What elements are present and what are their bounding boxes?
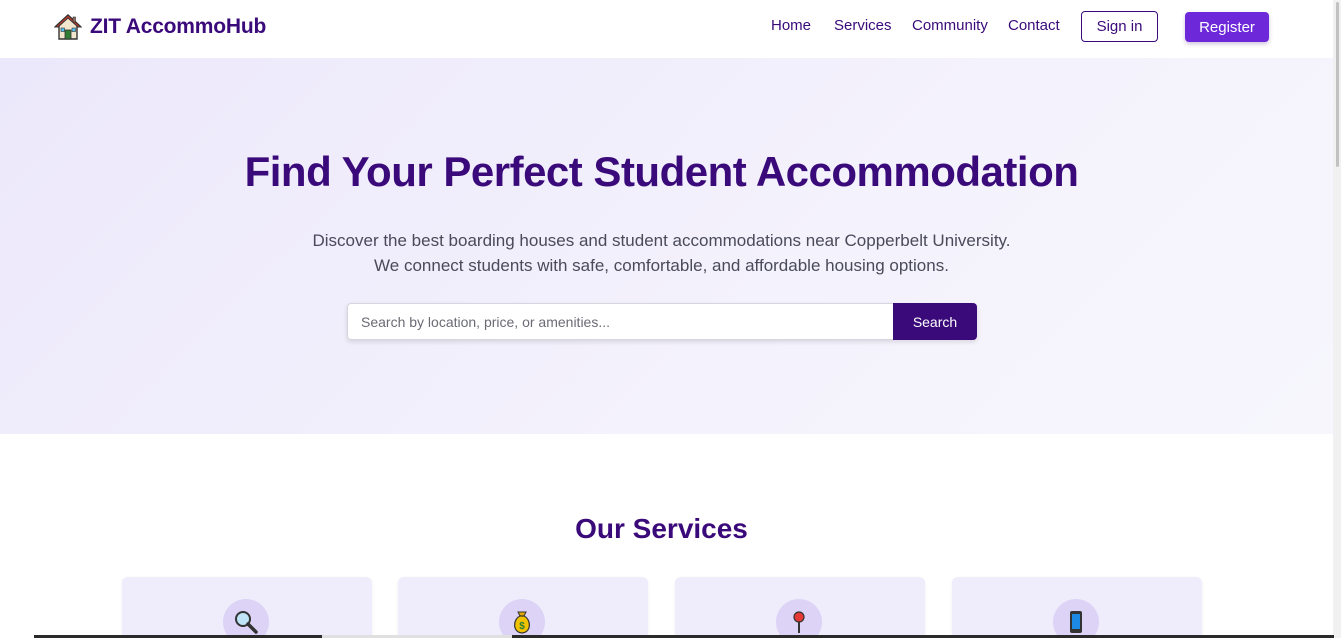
service-icon-wrap <box>776 599 822 638</box>
service-icon-wrap <box>223 599 269 638</box>
search-button[interactable]: Search <box>893 303 977 340</box>
hero-subtitle: Discover the best boarding houses and st… <box>0 228 1323 278</box>
money-bag-icon: $ <box>514 611 530 634</box>
service-icon-wrap <box>1053 599 1099 638</box>
nav-link-community[interactable]: Community <box>912 17 988 34</box>
hero-section: Find Your Perfect Student Accommodation … <box>0 58 1341 434</box>
service-icon-wrap: $ <box>499 599 545 638</box>
pushpin-icon <box>793 611 805 633</box>
hero-subtitle-line-2: We connect students with safe, comfortab… <box>374 256 949 275</box>
svg-text:$: $ <box>519 621 525 632</box>
brand-name: ZIT AccommoHub <box>90 15 267 38</box>
nav-link-home[interactable]: Home <box>771 17 811 34</box>
search-input[interactable] <box>347 303 893 340</box>
service-card-location[interactable] <box>675 577 925 638</box>
search-bar: Search <box>347 303 977 340</box>
services-title: Our Services <box>575 513 748 544</box>
house-icon <box>54 14 82 40</box>
scrollbar-thumb[interactable] <box>1336 2 1339 167</box>
mobile-phone-icon <box>1070 611 1082 633</box>
nav-link-services[interactable]: Services <box>834 17 892 34</box>
service-card-pricing[interactable]: $ <box>398 577 648 638</box>
hero-subtitle-line-1: Discover the best boarding houses and st… <box>312 231 1011 250</box>
hero-title: Find Your Perfect Student Accommodation <box>244 148 1079 195</box>
nav-link-contact[interactable]: Contact <box>1008 17 1060 34</box>
service-card-search[interactable] <box>122 577 372 638</box>
magnifier-icon <box>235 611 258 634</box>
register-button[interactable]: Register <box>1185 12 1269 42</box>
navbar: ZIT AccommoHub Home Services Community C… <box>0 0 1341 58</box>
sign-in-button[interactable]: Sign in <box>1081 11 1158 42</box>
service-card-mobile[interactable] <box>952 577 1202 638</box>
brand-logo[interactable]: ZIT AccommoHub <box>54 12 266 42</box>
